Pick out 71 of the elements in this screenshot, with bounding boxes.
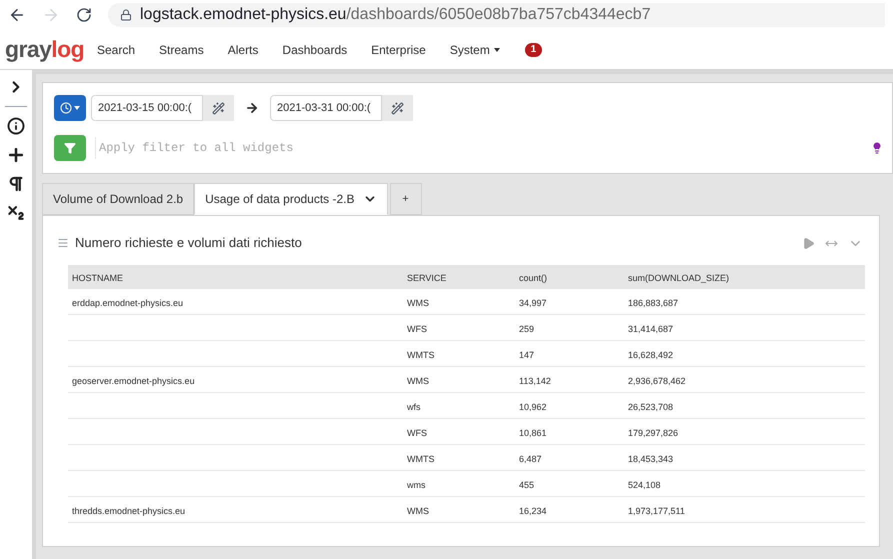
nav-link[interactable]: System (442, 40, 507, 58)
column-header: count() (519, 273, 548, 283)
table-cell: 18,453,343 (628, 454, 674, 464)
table-cell: 10,962 (519, 402, 547, 412)
table-cell: WFS (407, 324, 427, 334)
table-cell: 26,523,708 (628, 402, 674, 412)
widget-title: Numero richieste e volumi dati richiesto (75, 234, 303, 252)
subscript-icon[interactable] (6, 203, 26, 223)
table-cell: thredds.emodnet-physics.eu (72, 506, 186, 516)
table-cell: erddap.emodnet-physics.eu (72, 298, 184, 308)
magic-wand-icon (391, 102, 404, 114)
date-to-field[interactable]: 2021-03-31 00:00:( (270, 95, 382, 121)
nav-link[interactable]: Streams (152, 40, 211, 58)
magic-wand-button[interactable] (382, 95, 413, 121)
column-header: SERVICE (407, 273, 446, 283)
caret-icon (494, 48, 500, 52)
plus-icon[interactable] (6, 145, 26, 165)
caret-icon (74, 106, 80, 110)
table-cell: WMS (407, 506, 429, 516)
table-cell: 186,883,687 (628, 298, 678, 308)
nav-link[interactable]: Dashboards (275, 40, 354, 58)
magic-wand-icon (212, 102, 225, 114)
table-cell: 16,628,492 (628, 350, 674, 360)
table-cell: 179,297,826 (628, 428, 678, 438)
table-cell: 16,234 (519, 506, 547, 516)
table-cell: 259 (519, 324, 534, 334)
graylog-logo[interactable]: graylog (0, 32, 90, 67)
dashboard-tab[interactable]: Usage of data products -2.B (194, 183, 388, 215)
table-cell: WMTS (407, 350, 434, 360)
pilcrow-icon[interactable] (7, 175, 25, 193)
dashboard-tab[interactable]: Volume of Download 2.b (42, 183, 194, 215)
table-cell: WMS (407, 298, 429, 308)
table-cell: 6,487 (519, 454, 542, 464)
table-cell: 31,414,687 (628, 324, 674, 334)
arrow-icon (245, 101, 259, 115)
table-cell: wms (407, 480, 426, 490)
table-cell: 113,142 (519, 376, 551, 386)
table-cell: geoserver.emodnet-physics.eu (72, 376, 195, 386)
table-cell: 1,973,177,511 (628, 506, 685, 516)
table-cell: 455 (519, 480, 534, 490)
filter-field[interactable]: Apply filter to all widgets (95, 137, 863, 159)
table-cell: 2,936,678,462 (628, 376, 686, 386)
clock-icon (60, 102, 72, 114)
info-icon[interactable] (7, 117, 25, 135)
column-header: HOSTNAME (72, 273, 124, 283)
table-cell: 10,861 (519, 428, 547, 438)
table-cell: WFS (407, 428, 427, 438)
column-header: sum(DOWNLOAD_SIZE) (628, 273, 730, 283)
table-cell: 147 (519, 350, 534, 360)
notification-badge[interactable]: 1 (524, 42, 542, 56)
table-cell: WMS (407, 376, 429, 386)
lock-icon (120, 9, 132, 21)
table-cell: WMTS (407, 454, 434, 464)
nav-link[interactable]: Enterprise (364, 40, 433, 58)
table-cell: 524,108 (628, 480, 661, 490)
reload-icon[interactable] (76, 7, 92, 23)
drag-handle-icon[interactable] (57, 237, 69, 249)
table-cell: wfs (407, 402, 420, 412)
magic-wand-button[interactable] (203, 95, 234, 121)
back-icon[interactable] (8, 6, 26, 24)
nav-link[interactable]: Search (90, 40, 142, 58)
address-bar[interactable]: logstack.emodnet-physics.eu/dashboards/6050e08b7ba757cb4344ecb7 (108, 3, 885, 27)
table-cell: 34,997 (519, 298, 547, 308)
filter-button[interactable] (54, 135, 86, 161)
time-range-button[interactable] (54, 95, 86, 121)
url-text: logstack.emodnet-physics.eu/dashboards/6050e08b7ba757cb4344ecb7 (140, 5, 651, 25)
add-tab-button[interactable]: + (390, 183, 422, 215)
lightbulb-icon[interactable] (871, 142, 883, 154)
filter-icon (64, 142, 76, 154)
nav-link[interactable]: Alerts (220, 40, 266, 58)
date-from-field[interactable]: 2021-03-15 00:00:( (91, 95, 203, 121)
